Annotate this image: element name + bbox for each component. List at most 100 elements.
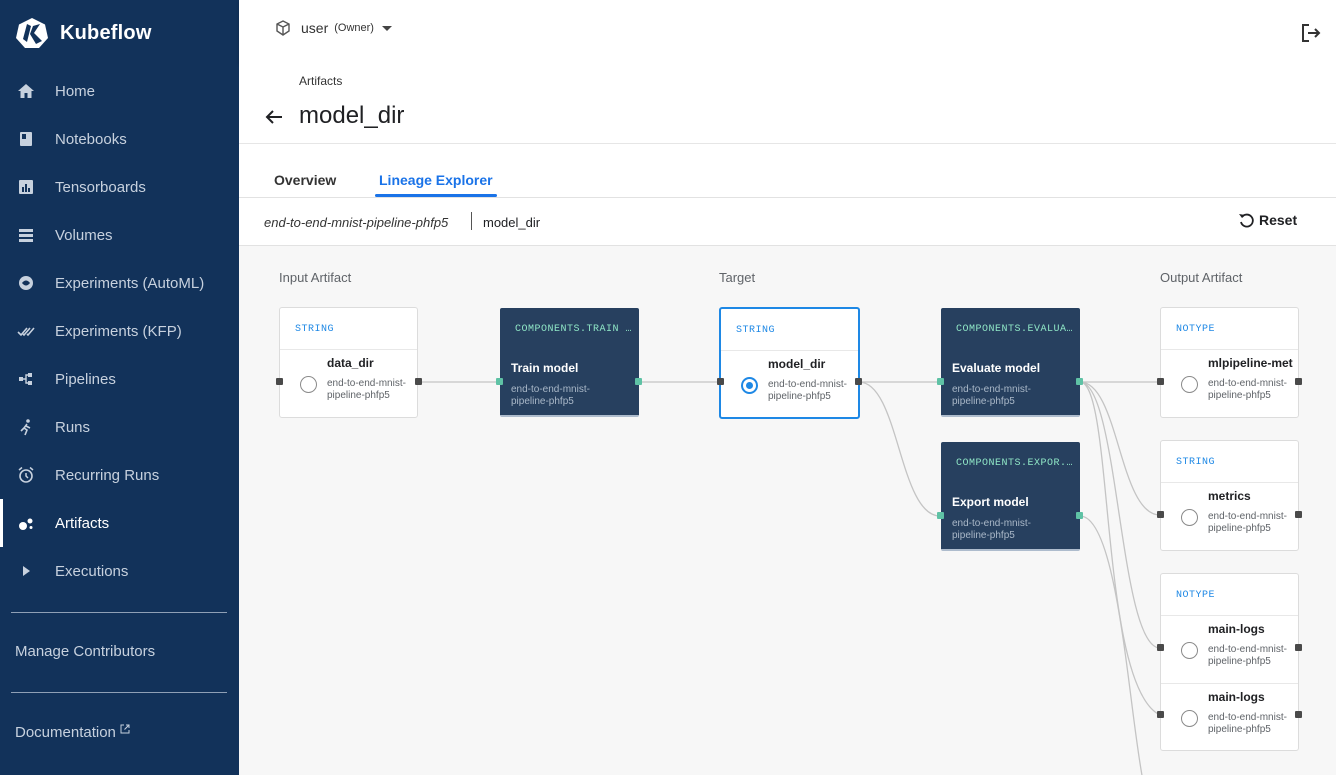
artifact-type: STRING [280,308,417,350]
sidebar-item-tensorboards[interactable]: Tensorboards [0,163,239,211]
documentation-link[interactable]: Documentation [15,724,130,741]
execution-type: COMPONENTS.EVALUA... [956,324,1074,335]
check-done-icon [16,321,36,341]
edge-port [937,512,944,519]
artifact-name: model_dir [483,215,541,230]
sidebar-item-experiments-automl[interactable]: Experiments (AutoML) [0,259,239,307]
edge-port [635,378,642,385]
tab-bar: Overview Lineage Explorer [239,144,1336,198]
artifact-radio[interactable] [1181,710,1198,727]
execution-node-train[interactable]: COMPONENTS.TRAIN ... Train model end-to-… [500,308,639,417]
artifact-row: model_dir end-to-end-mnist-pipeline-phfp… [721,351,858,417]
execution-name: Export model [952,495,1029,509]
edge-port [937,378,944,385]
edge-port [1295,711,1302,718]
app-root: Kubeflow Home Notebooks Tensorboards Vol… [0,0,1336,775]
chart-icon [16,177,36,197]
artifact-row: mlpipeline-met end-to-end-mnist-pipeline… [1161,350,1298,417]
sidebar-item-executions[interactable]: Executions [0,547,239,595]
brand[interactable]: Kubeflow [16,16,152,50]
sidebar-item-label: Home [55,82,96,100]
logout-icon[interactable] [1300,22,1322,44]
artifact-row: data_dir end-to-end-mnist-pipeline-phfp5 [280,350,417,417]
top-bar: user (Owner) [239,0,1336,64]
edge-port [855,378,862,385]
sidebar-item-label: Tensorboards [55,178,146,196]
output-artifact-card-logs[interactable]: NOTYPE main-logs end-to-end-mnist-pipeli… [1160,573,1299,751]
artifact-row: main-logs end-to-end-mnist-pipeline-phfp… [1161,616,1298,683]
edge-port [1157,378,1164,385]
sidebar-item-label: Artifacts [55,514,110,532]
manage-contributors-link[interactable]: Manage Contributors [15,643,155,660]
input-artifact-card[interactable]: STRING data_dir end-to-end-mnist-pipelin… [279,307,418,418]
artifact-radio-selected[interactable] [741,377,758,394]
tab-overview[interactable]: Overview [274,172,336,188]
sidebar-item-label: Experiments (AutoML) [55,274,205,292]
page-header: Artifacts model_dir [239,64,1336,144]
edge-port [717,378,724,385]
namespace-role: (Owner) [334,22,374,34]
sidebar-item-experiments-kfp[interactable]: Experiments (KFP) [0,307,239,355]
namespace-user: user [301,20,329,36]
sidebar-item-recurring-runs[interactable]: Recurring Runs [0,451,239,499]
execution-node-evaluate[interactable]: COMPONENTS.EVALUA... Evaluate model end-… [941,308,1080,417]
execution-pipeline: end-to-end-mnist-pipeline-phfp5 [511,384,590,407]
artifact-radio[interactable] [1181,376,1198,393]
sidebar-item-runs[interactable]: Runs [0,403,239,451]
execution-name: Evaluate model [952,361,1041,375]
target-artifact-card[interactable]: STRING model_dir end-to-end-mnist-pipeli… [719,307,860,419]
sidebar-item-label: Executions [55,562,129,580]
artifact-radio[interactable] [1181,509,1198,526]
lineage-canvas[interactable]: Input Artifact Target Output Artifact ST… [239,246,1336,775]
artifact-pipeline: end-to-end-mnist-pipeline-phfp5 [1208,378,1287,401]
lineage-toolbar: end-to-end-mnist-pipeline-phfp5 model_di… [239,198,1336,246]
sidebar-item-volumes[interactable]: Volumes [0,211,239,259]
edge-port [1295,378,1302,385]
alarm-icon [16,465,36,485]
sidebar-item-label: Pipelines [55,370,116,388]
artifact-name: main-logs [1208,622,1265,636]
namespace-selector[interactable]: user (Owner) [275,20,392,36]
sidebar-item-pipelines[interactable]: Pipelines [0,355,239,403]
sidebar-item-home[interactable]: Home [0,67,239,115]
sidebar-item-label: Notebooks [55,130,127,148]
tab-lineage-explorer[interactable]: Lineage Explorer [379,172,493,188]
chevron-down-icon [381,25,392,31]
back-arrow-icon[interactable] [264,107,284,127]
toolbar-separator [471,212,472,230]
edge-port [276,378,283,385]
artifact-pipeline: end-to-end-mnist-pipeline-phfp5 [1208,644,1287,667]
artifact-type: NOTYPE [1161,574,1298,616]
artifact-radio[interactable] [300,376,317,393]
active-tab-indicator [375,194,497,197]
edge-port [1157,511,1164,518]
artifact-name: mlpipeline-met [1208,356,1293,370]
home-icon [16,81,36,101]
pipelines-icon [16,369,36,389]
notebook-icon [16,129,36,149]
brand-name: Kubeflow [60,21,152,44]
reset-label: Reset [1259,212,1298,228]
sidebar-item-artifacts[interactable]: Artifacts [0,499,239,547]
kubeflow-logo-icon [16,18,48,48]
output-artifact-card-metrics[interactable]: STRING metrics end-to-end-mnist-pipeline… [1160,440,1299,551]
reset-button[interactable]: Reset [1237,211,1297,229]
sidebar-item-label: Recurring Runs [55,466,160,484]
artifact-row: metrics end-to-end-mnist-pipeline-phfp5 [1161,483,1298,550]
sidebar-divider [11,692,227,693]
edge-port [1295,511,1302,518]
artifact-pipeline: end-to-end-mnist-pipeline-phfp5 [768,379,847,402]
bubbles-icon [16,513,36,533]
sidebar-item-notebooks[interactable]: Notebooks [0,115,239,163]
artifact-name: metrics [1208,489,1251,503]
execution-type: COMPONENTS.EXPOR... [956,458,1074,469]
breadcrumb[interactable]: Artifacts [299,74,342,88]
artifact-radio[interactable] [1181,642,1198,659]
edge-port [1157,711,1164,718]
output-artifact-card-metadata[interactable]: NOTYPE mlpipeline-met end-to-end-mnist-p… [1160,307,1299,418]
sidebar: Kubeflow Home Notebooks Tensorboards Vol… [0,0,239,775]
execution-pipeline: end-to-end-mnist-pipeline-phfp5 [952,518,1031,541]
sidebar-divider [11,612,227,613]
edge-port [496,378,503,385]
execution-node-export[interactable]: COMPONENTS.EXPOR... Export model end-to-… [941,442,1080,551]
